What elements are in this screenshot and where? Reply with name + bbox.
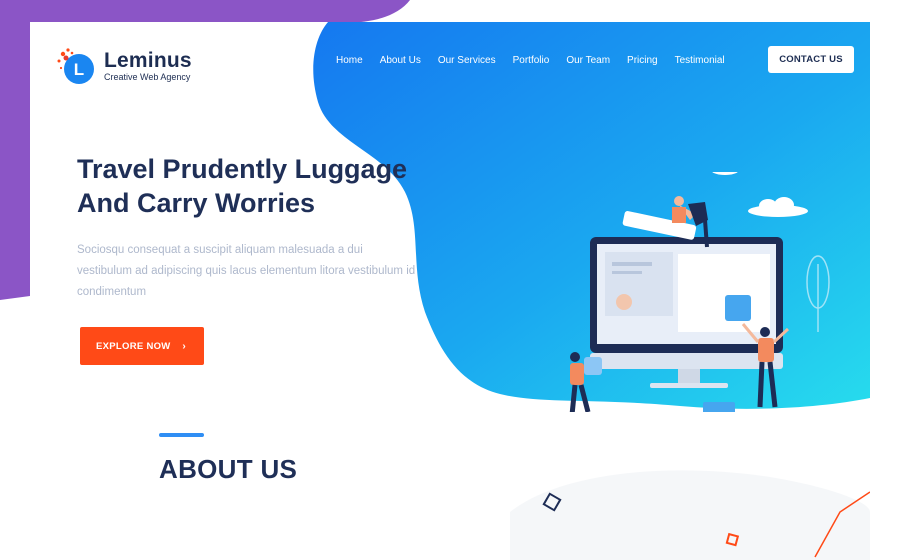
hero-title: Travel Prudently Luggage And Carry Worri… bbox=[77, 152, 457, 220]
cloud-icon bbox=[712, 172, 808, 217]
svg-text:L: L bbox=[74, 60, 84, 79]
box-icon bbox=[703, 402, 735, 412]
tree-icon bbox=[806, 255, 830, 332]
arrow-right-icon: › bbox=[182, 340, 186, 352]
explore-now-label: EXPLORE NOW bbox=[96, 340, 171, 352]
monitor-icon bbox=[590, 237, 783, 388]
logo-icon: L bbox=[54, 44, 98, 88]
hero-title-line-1: Travel Prudently Luggage bbox=[77, 154, 408, 184]
hero-subtitle: Sociosqu consequat a suscipit aliquam ma… bbox=[77, 244, 416, 298]
decorative-shapes bbox=[510, 470, 870, 560]
hero-title-line-2: And Carry Worries bbox=[77, 188, 316, 218]
explore-now-button[interactable]: EXPLORE NOW › bbox=[80, 327, 204, 365]
brand-name: Leminus bbox=[104, 48, 192, 72]
main-nav: Home About Us Our Services Portfolio Our… bbox=[336, 50, 742, 70]
nav-our-services[interactable]: Our Services bbox=[438, 55, 496, 66]
brand-tagline: Creative Web Agency bbox=[104, 71, 191, 82]
nav-our-team[interactable]: Our Team bbox=[566, 55, 610, 66]
brand-logo[interactable]: L Leminus Creative Web Agency bbox=[54, 44, 192, 88]
nav-about-us[interactable]: About Us bbox=[380, 55, 421, 66]
contact-us-button[interactable]: CONTACT US bbox=[768, 46, 854, 73]
person-icon bbox=[569, 352, 602, 412]
landing-page: L Leminus Creative Web Agency Home About… bbox=[30, 22, 870, 560]
nav-pricing[interactable]: Pricing bbox=[627, 55, 658, 66]
nav-portfolio[interactable]: Portfolio bbox=[513, 55, 550, 66]
about-heading: ABOUT US bbox=[159, 454, 298, 484]
hero-illustration bbox=[569, 172, 830, 412]
about-accent-line bbox=[159, 433, 204, 437]
nav-home[interactable]: Home bbox=[336, 55, 363, 66]
nav-testimonial[interactable]: Testimonial bbox=[675, 55, 725, 66]
